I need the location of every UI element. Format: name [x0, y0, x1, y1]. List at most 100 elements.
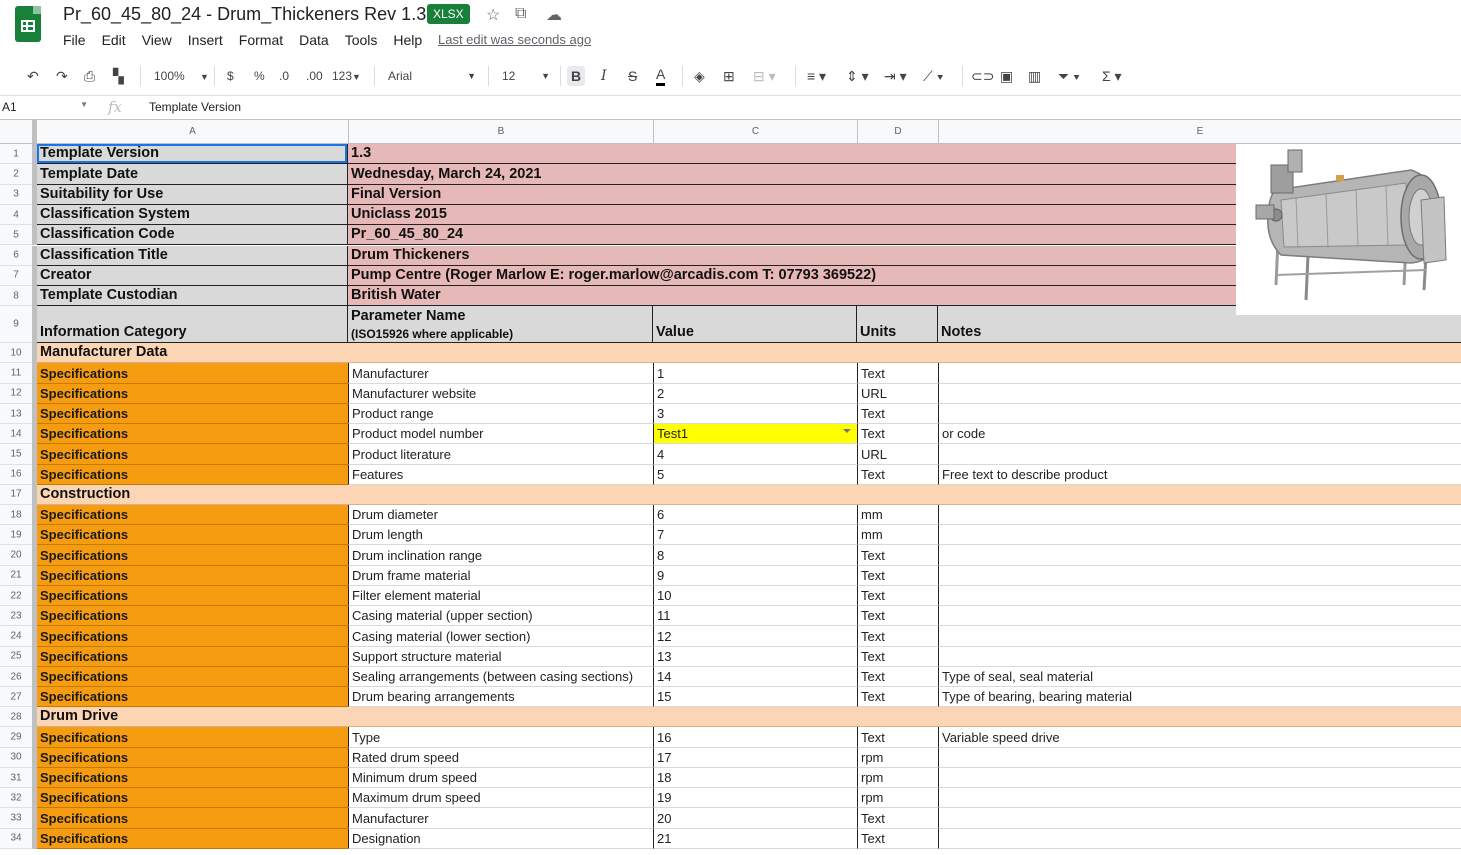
- row-header[interactable]: 34: [0, 828, 32, 849]
- percent-format-button[interactable]: %: [254, 66, 265, 86]
- document-title[interactable]: Pr_60_45_80_24 - Drum_Thickeners Rev 1.3: [63, 4, 426, 25]
- row-header[interactable]: 13: [0, 403, 32, 425]
- borders-icon[interactable]: ⊞: [723, 66, 735, 86]
- formula-input[interactable]: Template Version: [149, 100, 241, 114]
- units-cell[interactable]: rpm: [857, 788, 938, 809]
- header-value[interactable]: Value: [653, 306, 857, 344]
- menu-insert[interactable]: Insert: [188, 32, 223, 50]
- menu-view[interactable]: View: [142, 32, 172, 50]
- row-header[interactable]: 8: [0, 286, 32, 307]
- notes-cell[interactable]: [938, 403, 1461, 425]
- parameter-cell[interactable]: Features: [348, 464, 653, 485]
- insert-link-icon[interactable]: ⊂⊃: [971, 66, 994, 86]
- column-header-b[interactable]: B: [348, 120, 653, 143]
- value-cell[interactable]: 19: [653, 788, 857, 809]
- notes-cell[interactable]: [938, 565, 1461, 586]
- meta-value-cell[interactable]: Pump Centre (Roger Marlow E: roger.marlo…: [348, 265, 1236, 287]
- category-cell[interactable]: Specifications: [37, 626, 348, 647]
- column-header-d[interactable]: D: [857, 120, 938, 143]
- italic-button[interactable]: I: [601, 66, 607, 86]
- value-cell[interactable]: 15: [653, 687, 857, 708]
- value-cell[interactable]: 12: [653, 626, 857, 647]
- units-cell[interactable]: rpm: [857, 747, 938, 768]
- value-dropdown-cell[interactable]: Test1: [653, 424, 857, 445]
- insert-chart-icon[interactable]: ▥: [1028, 66, 1041, 86]
- section-header-cell[interactable]: Construction: [37, 484, 1461, 505]
- notes-cell[interactable]: [938, 525, 1461, 546]
- decrease-decimal-button[interactable]: .0: [279, 66, 289, 86]
- row-header[interactable]: 15: [0, 444, 32, 465]
- currency-format-button[interactable]: $: [227, 66, 234, 86]
- row-header[interactable]: 6: [0, 245, 32, 266]
- parameter-cell[interactable]: Designation: [348, 828, 653, 849]
- horizontal-align-icon[interactable]: ≡ ▾: [807, 66, 826, 86]
- units-cell[interactable]: Text: [857, 424, 938, 445]
- parameter-cell[interactable]: Type: [348, 727, 653, 748]
- menu-data[interactable]: Data: [299, 32, 329, 50]
- row-header[interactable]: 33: [0, 808, 32, 829]
- value-cell[interactable]: 18: [653, 767, 857, 789]
- notes-cell[interactable]: Free text to describe product: [938, 464, 1461, 485]
- star-icon[interactable]: ☆: [486, 5, 500, 25]
- column-header-e[interactable]: E: [938, 120, 1461, 143]
- parameter-cell[interactable]: Manufacturer website: [348, 383, 653, 404]
- category-cell[interactable]: Specifications: [37, 403, 348, 425]
- row-header[interactable]: 21: [0, 565, 32, 586]
- row-header[interactable]: 26: [0, 666, 32, 688]
- header-parameter-name[interactable]: Parameter Name (ISO15926 where applicable…: [348, 306, 653, 344]
- value-cell[interactable]: 1: [653, 363, 857, 384]
- more-formats-button[interactable]: 123▼: [332, 66, 361, 87]
- meta-label-cell[interactable]: Template Date: [37, 164, 348, 185]
- row-header[interactable]: 11: [0, 363, 32, 384]
- category-cell[interactable]: Specifications: [37, 747, 348, 768]
- category-cell[interactable]: Specifications: [37, 525, 348, 546]
- row-header[interactable]: 30: [0, 747, 32, 768]
- meta-value-cell[interactable]: Wednesday, March 24, 2021: [348, 164, 1236, 185]
- row-header[interactable]: 4: [0, 204, 32, 226]
- font-family-select[interactable]: Arial ▼: [388, 66, 480, 86]
- section-header-cell[interactable]: Manufacturer Data: [37, 343, 1461, 364]
- dropdown-arrow-icon[interactable]: [843, 429, 851, 434]
- category-cell[interactable]: Specifications: [37, 788, 348, 809]
- row-header[interactable]: 20: [0, 545, 32, 566]
- row-header[interactable]: 17: [0, 484, 32, 505]
- notes-cell[interactable]: [938, 444, 1461, 465]
- row-header[interactable]: 22: [0, 585, 32, 607]
- merge-cells-icon[interactable]: ⊟ ▾: [753, 66, 776, 86]
- notes-cell[interactable]: [938, 383, 1461, 404]
- category-cell[interactable]: Specifications: [37, 828, 348, 849]
- units-cell[interactable]: Text: [857, 565, 938, 586]
- meta-value-cell[interactable]: Drum Thickeners: [348, 245, 1236, 266]
- notes-cell[interactable]: [938, 747, 1461, 768]
- row-header[interactable]: 1: [0, 144, 32, 165]
- value-cell[interactable]: 8: [653, 545, 857, 566]
- fill-color-icon[interactable]: ◈: [694, 66, 705, 86]
- font-size-select[interactable]: 12 ▼: [502, 66, 554, 86]
- column-header-c[interactable]: C: [653, 120, 857, 143]
- menu-tools[interactable]: Tools: [345, 32, 378, 50]
- menu-format[interactable]: Format: [239, 32, 283, 50]
- parameter-cell[interactable]: Maximum drum speed: [348, 788, 653, 809]
- notes-cell[interactable]: [938, 545, 1461, 566]
- row-header[interactable]: 2: [0, 164, 32, 185]
- value-cell[interactable]: 11: [653, 606, 857, 627]
- parameter-cell[interactable]: Drum diameter: [348, 504, 653, 526]
- value-cell[interactable]: 14: [653, 666, 857, 688]
- parameter-cell[interactable]: Product literature: [348, 444, 653, 465]
- row-header[interactable]: 29: [0, 727, 32, 748]
- row-header[interactable]: 12: [0, 383, 32, 404]
- row-header[interactable]: 5: [0, 225, 32, 246]
- units-cell[interactable]: Text: [857, 363, 938, 384]
- category-cell[interactable]: Specifications: [37, 808, 348, 829]
- strikethrough-button[interactable]: S: [628, 66, 637, 86]
- zoom-select[interactable]: 100% ▼: [154, 66, 209, 87]
- parameter-cell[interactable]: Filter element material: [348, 585, 653, 607]
- category-cell[interactable]: Specifications: [37, 767, 348, 789]
- units-cell[interactable]: rpm: [857, 767, 938, 789]
- drum-thickener-image[interactable]: [1236, 145, 1461, 315]
- increase-decimal-button[interactable]: .00: [306, 66, 323, 86]
- text-color-button[interactable]: A: [656, 66, 666, 86]
- row-header[interactable]: 18: [0, 504, 32, 526]
- text-wrapping-icon[interactable]: ⇥ ▾: [884, 66, 907, 86]
- units-cell[interactable]: Text: [857, 403, 938, 425]
